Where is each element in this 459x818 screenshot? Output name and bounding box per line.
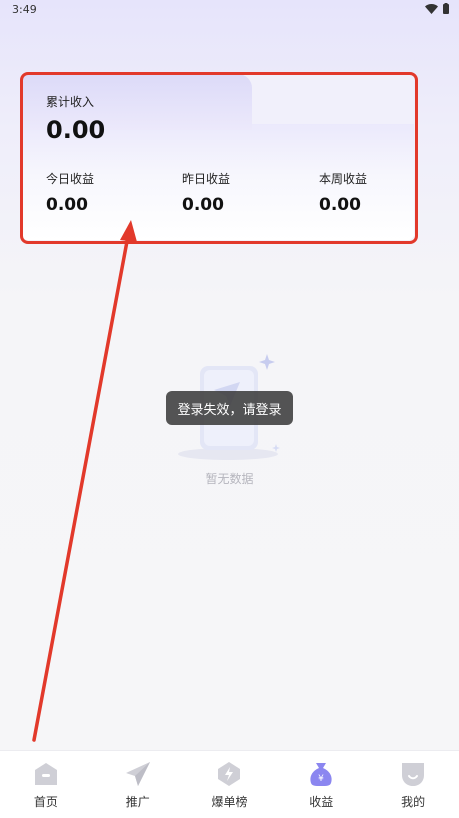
empty-state-text: 暂无数据 <box>205 472 254 486</box>
login-expired-toast: 登录失效，请登录 <box>166 391 293 425</box>
tab-profile[interactable]: 我的 <box>367 751 459 818</box>
stat-label: 今日收益 <box>46 172 95 186</box>
today-earnings: 今日收益 0.00 <box>46 170 156 215</box>
tab-label: 我的 <box>401 795 426 809</box>
tab-home[interactable]: 首页 <box>0 751 92 818</box>
wifi-icon <box>425 3 438 14</box>
total-income-label: 累计收入 <box>46 95 95 109</box>
stat-label: 昨日收益 <box>182 172 231 186</box>
stat-value: 0.00 <box>182 195 224 215</box>
total-income-value: 0.00 <box>46 116 106 144</box>
tab-label: 首页 <box>33 795 58 809</box>
bottom-tab-bar: 首页 推广 爆单榜 ¥ 收益 我的 <box>0 750 459 818</box>
tab-earnings[interactable]: ¥ 收益 <box>275 751 367 818</box>
tab-label: 爆单榜 <box>211 795 248 809</box>
tab-hot-list[interactable]: 爆单榜 <box>184 751 276 818</box>
home-icon <box>34 763 57 785</box>
tab-label: 收益 <box>309 795 334 809</box>
yesterday-earnings: 昨日收益 0.00 <box>182 170 292 215</box>
tab-promote[interactable]: 推广 <box>92 751 184 818</box>
battery-icon <box>443 3 449 14</box>
stat-value: 0.00 <box>319 195 361 215</box>
hot-list-icon <box>218 762 241 786</box>
status-time: 3:49 <box>12 3 37 16</box>
paper-plane-icon <box>125 762 150 786</box>
money-bag-icon: ¥ <box>310 763 332 786</box>
earnings-card: 累计收入 0.00 今日收益 0.00 昨日收益 0.00 本周收益 0.00 <box>22 74 414 240</box>
status-bar: 3:49 <box>0 0 459 22</box>
svg-text:¥: ¥ <box>318 774 324 784</box>
profile-icon <box>402 763 425 786</box>
stat-value: 0.00 <box>46 195 88 215</box>
stat-label: 本周收益 <box>319 172 368 186</box>
tab-label: 推广 <box>125 795 150 809</box>
week-earnings: 本周收益 0.00 <box>319 170 414 215</box>
